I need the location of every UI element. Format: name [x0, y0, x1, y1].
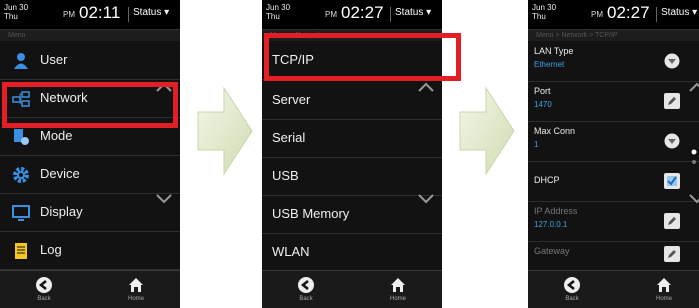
bottom-nav: Back Home [528, 270, 699, 308]
gear-icon [13, 167, 29, 183]
menu-item-usb[interactable]: USB [262, 158, 442, 196]
home-icon [657, 278, 671, 292]
edit-icon[interactable] [664, 246, 680, 262]
status-bar: Jun 30 Thu PM 02:11 Status ▾ [0, 0, 180, 30]
menu-item-label: User [40, 52, 68, 67]
back-button[interactable]: Back [286, 274, 326, 306]
checkbox-checked-icon[interactable] [664, 173, 680, 189]
screen-tcpip-settings: Jun 30 Thu PM 02:27 Status ▾ Menu > Netwo… [528, 0, 699, 308]
setting-dhcp[interactable]: DHCP [528, 162, 699, 202]
screen-main-menu: Jun 30 Thu PM 02:11 Status ▾ Menu User Ne… [0, 0, 180, 308]
menu-item-label: Log [40, 242, 62, 257]
home-button[interactable]: Home [378, 274, 418, 306]
ampm-label: PM [591, 10, 603, 19]
home-icon [391, 278, 405, 292]
edit-icon[interactable] [664, 93, 680, 109]
dropdown-icon[interactable] [664, 133, 680, 149]
clock-time: 02:11 [79, 3, 121, 22]
home-button[interactable]: Home [116, 274, 156, 306]
status-dropdown[interactable]: Status ▾ [661, 7, 697, 18]
scroll-indicator [691, 149, 697, 164]
highlight-network [2, 82, 178, 128]
status-bar: Jun 30 Thu PM 02:27 Status ▾ [528, 0, 699, 30]
menu-item-log[interactable]: Log [0, 232, 180, 270]
back-arrow-icon [36, 277, 52, 293]
highlight-tcpip [264, 33, 461, 81]
menu-item-label: Display [40, 204, 83, 219]
setting-port[interactable]: Port 1470 [528, 82, 699, 122]
date-label: Jun 30 Thu [532, 3, 557, 21]
setting-gateway[interactable]: Gateway [528, 242, 699, 271]
home-icon [129, 278, 143, 292]
menu-item-usb-memory[interactable]: USB Memory [262, 196, 442, 234]
edit-icon[interactable] [664, 213, 680, 229]
back-button[interactable]: Back [24, 274, 64, 306]
status-dropdown[interactable]: Status ▾ [395, 7, 431, 18]
menu-item-wlan[interactable]: WLAN [262, 234, 442, 272]
scroll-up-icon[interactable] [689, 82, 699, 92]
back-arrow-icon [298, 277, 314, 293]
scroll-down-icon[interactable] [689, 194, 699, 204]
menu-item-serial[interactable]: Serial [262, 120, 442, 158]
scroll-down-icon[interactable] [418, 194, 434, 204]
scroll-down-icon[interactable] [156, 194, 172, 204]
log-icon [15, 243, 27, 259]
scroll-up-icon[interactable] [418, 82, 434, 92]
divider [390, 7, 391, 22]
clock-time: 02:27 [607, 3, 650, 22]
setting-max-conn[interactable]: Max Conn 1 [528, 122, 699, 162]
back-button[interactable]: Back [552, 274, 592, 306]
menu-item-server[interactable]: Server [262, 82, 442, 120]
bottom-nav: Back Home [262, 270, 442, 308]
flow-arrow-icon [459, 86, 515, 176]
divider [656, 7, 657, 22]
flow-arrow-icon [197, 86, 253, 176]
breadcrumb: Menu > Network > TCP/IP [528, 30, 699, 41]
menu-item-display[interactable]: Display [0, 194, 180, 232]
breadcrumb: Menu [0, 30, 180, 41]
user-icon [14, 53, 28, 69]
setting-lan-type[interactable]: LAN Type Ethernet [528, 42, 699, 82]
menu-item-device[interactable]: Device [0, 156, 180, 194]
clock-time: 02:27 [341, 3, 384, 22]
menu-item-label: Mode [40, 128, 73, 143]
menu-item-user[interactable]: User [0, 42, 180, 80]
monitor-icon [12, 205, 30, 221]
menu-item-label: Device [40, 166, 80, 181]
date-label: Jun 30 Thu [4, 3, 29, 21]
setting-ip-address[interactable]: IP Address 127.0.0.1 [528, 202, 699, 242]
bottom-nav: Back Home [0, 270, 180, 308]
divider [128, 7, 129, 22]
ampm-label: PM [63, 10, 75, 19]
mode-icon [14, 129, 29, 145]
back-arrow-icon [564, 277, 580, 293]
date-label: Jun 30 Thu [266, 3, 291, 21]
ampm-label: PM [325, 10, 337, 19]
status-dropdown[interactable]: Status ▾ [133, 7, 169, 18]
home-button[interactable]: Home [644, 274, 684, 306]
status-bar: Jun 30 Thu PM 02:27 Status ▾ [262, 0, 442, 30]
dropdown-icon[interactable] [664, 53, 680, 69]
